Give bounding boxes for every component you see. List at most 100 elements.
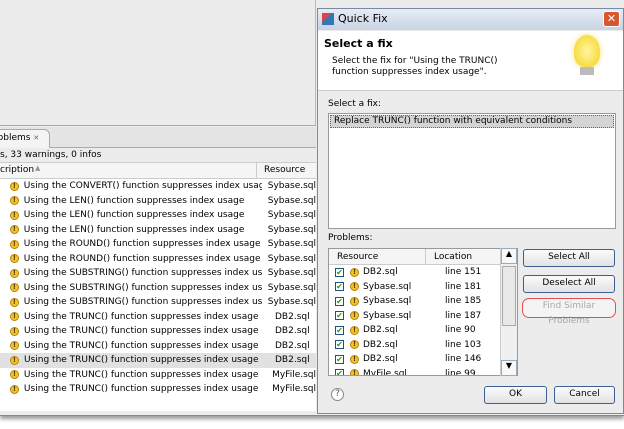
- warning-icon: !: [10, 355, 19, 365]
- fix-item[interactable]: Replace TRUNC() function with equivalent…: [330, 115, 614, 128]
- lightbulb-icon: [574, 35, 600, 67]
- warning-icon: !: [350, 325, 359, 335]
- table-row[interactable]: ! Using the TRUNC() function suppresses i…: [0, 353, 316, 368]
- problem-location: line 103: [445, 339, 482, 350]
- problem-list-item[interactable]: ✔! Sybase.sql line 187: [329, 309, 517, 324]
- table-row[interactable]: ! Using the SUBSTRING() function suppress…: [0, 295, 316, 310]
- close-icon[interactable]: ✕: [603, 11, 620, 27]
- checkbox-checked[interactable]: ✔: [335, 325, 344, 335]
- warning-icon: !: [350, 354, 359, 364]
- table-row[interactable]: ! Using the ROUND() function suppresses i…: [0, 237, 316, 252]
- dialog-title-bar[interactable]: Quick Fix ✕: [318, 9, 623, 30]
- ok-button[interactable]: OK: [484, 386, 547, 404]
- checkbox-checked[interactable]: ✔: [335, 267, 344, 277]
- table-row[interactable]: ! Using the ROUND() function suppresses i…: [0, 252, 316, 267]
- table-row[interactable]: ! Using the SUBSTRING() function suppress…: [0, 266, 316, 281]
- column-divider: [425, 249, 426, 264]
- problem-description: Using the TRUNC() function suppresses in…: [23, 369, 259, 380]
- checkbox-checked[interactable]: ✔: [335, 282, 344, 292]
- table-row[interactable]: ! Using the SUBSTRING() function suppress…: [0, 281, 316, 296]
- problem-list-item[interactable]: ✔! Sybase.sql line 185: [329, 294, 517, 309]
- problem-location: line 151: [445, 267, 482, 278]
- problem-resource: MyFile.sql: [272, 384, 316, 395]
- checklist-header: Resource Location: [329, 249, 517, 265]
- warning-icon: !: [350, 296, 359, 306]
- tab-problems[interactable]: Problems ✕: [0, 129, 50, 148]
- problems-checklist[interactable]: Resource Location ✔! DB2.sql line 151 ✔! Syb…: [328, 248, 518, 376]
- problem-resource: Sybase.sql: [267, 210, 316, 221]
- scroll-down-icon[interactable]: ▼: [501, 360, 517, 376]
- checkbox-checked[interactable]: ✔: [335, 369, 344, 375]
- lightbulb-base: [580, 67, 594, 75]
- problem-resource: DB2.sql: [363, 354, 398, 365]
- problem-resource: Sybase.sql: [267, 195, 316, 206]
- close-tab-icon[interactable]: ✕: [33, 134, 39, 142]
- table-row[interactable]: ! Using the TRUNC() function suppresses i…: [0, 368, 316, 383]
- checkbox-checked[interactable]: ✔: [335, 340, 344, 350]
- table-row[interactable]: ! Using the TRUNC() function suppresses i…: [0, 310, 316, 325]
- problem-list-item[interactable]: ✔! DB2.sql line 103: [329, 338, 517, 353]
- dialog-heading: Select a fix: [324, 37, 393, 50]
- table-row[interactable]: ! Using the LEN() function suppresses ind…: [0, 208, 316, 223]
- problems-summary: s, 33 warnings, 0 infos: [0, 148, 316, 163]
- problem-resource: Sybase.sql: [267, 253, 316, 264]
- column-resource[interactable]: Resource: [337, 252, 378, 262]
- problem-resource: DB2.sql: [275, 340, 310, 351]
- column-resource[interactable]: Resource: [264, 165, 305, 175]
- checkbox-checked[interactable]: ✔: [335, 311, 344, 321]
- help-icon[interactable]: ?: [331, 388, 344, 401]
- problem-description: Using the TRUNC() function suppresses in…: [24, 326, 259, 337]
- select-all-button[interactable]: Select All: [523, 249, 615, 267]
- cancel-button[interactable]: Cancel: [554, 386, 615, 404]
- warning-icon: !: [10, 254, 19, 264]
- problem-resource: Sybase.sql: [267, 268, 316, 279]
- problem-resource: Sybase.sql: [267, 181, 316, 192]
- problem-resource: Sybase.sql: [363, 310, 412, 321]
- dialog-message: Select the fix for "Using the TRUNC() fu…: [332, 56, 498, 77]
- problem-list-item[interactable]: ✔! DB2.sql line 90: [329, 323, 517, 338]
- scroll-thumb[interactable]: [502, 266, 516, 326]
- problem-list-item[interactable]: ✔! MyFile.sql line 99: [329, 367, 517, 376]
- warning-icon: !: [10, 384, 19, 394]
- problem-list-item[interactable]: ✔! Sybase.sql line 181: [329, 280, 517, 295]
- vertical-scrollbar[interactable]: ▲ ▼: [500, 248, 517, 376]
- dialog-title: Quick Fix: [338, 12, 388, 25]
- table-row[interactable]: ! Using the LEN() function suppresses ind…: [0, 223, 316, 238]
- problem-resource: DB2.sql: [363, 267, 398, 278]
- problem-description: Using the SUBSTRING() function suppresse…: [23, 268, 262, 279]
- problem-resource: DB2.sql: [275, 311, 310, 322]
- column-description[interactable]: cription: [0, 165, 34, 175]
- warning-icon: !: [10, 225, 19, 235]
- table-row[interactable]: ! Using the TRUNC() function suppresses i…: [0, 324, 316, 339]
- column-location[interactable]: Location: [434, 252, 472, 262]
- table-row[interactable]: ! Using the TRUNC() function suppresses i…: [0, 339, 316, 354]
- problem-list-item[interactable]: ✔! DB2.sql line 151: [329, 265, 517, 280]
- column-divider: [256, 163, 257, 178]
- quick-fix-icon: [322, 13, 334, 25]
- table-row[interactable]: ! Using the LEN() function suppresses ind…: [0, 194, 316, 209]
- problem-location: line 99: [445, 368, 476, 376]
- checkbox-checked[interactable]: ✔: [335, 296, 344, 306]
- problem-resource: MyFile.sql: [363, 368, 407, 376]
- warning-icon: !: [10, 312, 19, 322]
- fix-label: Select a fix:: [328, 99, 382, 109]
- find-similar-problems-button[interactable]: Find Similar Problems: [522, 298, 616, 326]
- problem-resource: DB2.sql: [363, 325, 398, 336]
- deselect-all-button[interactable]: Deselect All: [523, 275, 615, 293]
- problem-location: line 90: [445, 325, 476, 336]
- table-row[interactable]: ! Using the CONVERT() function suppresses…: [0, 179, 316, 194]
- table-row[interactable]: ! Using the TRUNC() function suppresses i…: [0, 382, 316, 397]
- dialog-header: Select a fix Select the fix for "Using t…: [318, 31, 623, 91]
- scroll-up-icon[interactable]: ▲: [501, 248, 517, 264]
- checkbox-checked[interactable]: ✔: [335, 354, 344, 364]
- editor-area: [0, 0, 316, 126]
- problem-description: Using the TRUNC() function suppresses in…: [24, 340, 259, 351]
- fix-list[interactable]: Replace TRUNC() function with equivalent…: [328, 113, 616, 229]
- problem-description: Using the TRUNC() function suppresses in…: [24, 311, 259, 322]
- warning-icon: !: [10, 268, 19, 278]
- problem-description: Using the LEN() function suppresses inde…: [23, 195, 245, 206]
- problem-list-item[interactable]: ✔! DB2.sql line 146: [329, 352, 517, 367]
- problems-table-header: cription ▲ Resource: [0, 163, 316, 179]
- warning-icon: !: [350, 267, 359, 277]
- problem-description: Using the SUBSTRING() function suppresse…: [23, 282, 262, 293]
